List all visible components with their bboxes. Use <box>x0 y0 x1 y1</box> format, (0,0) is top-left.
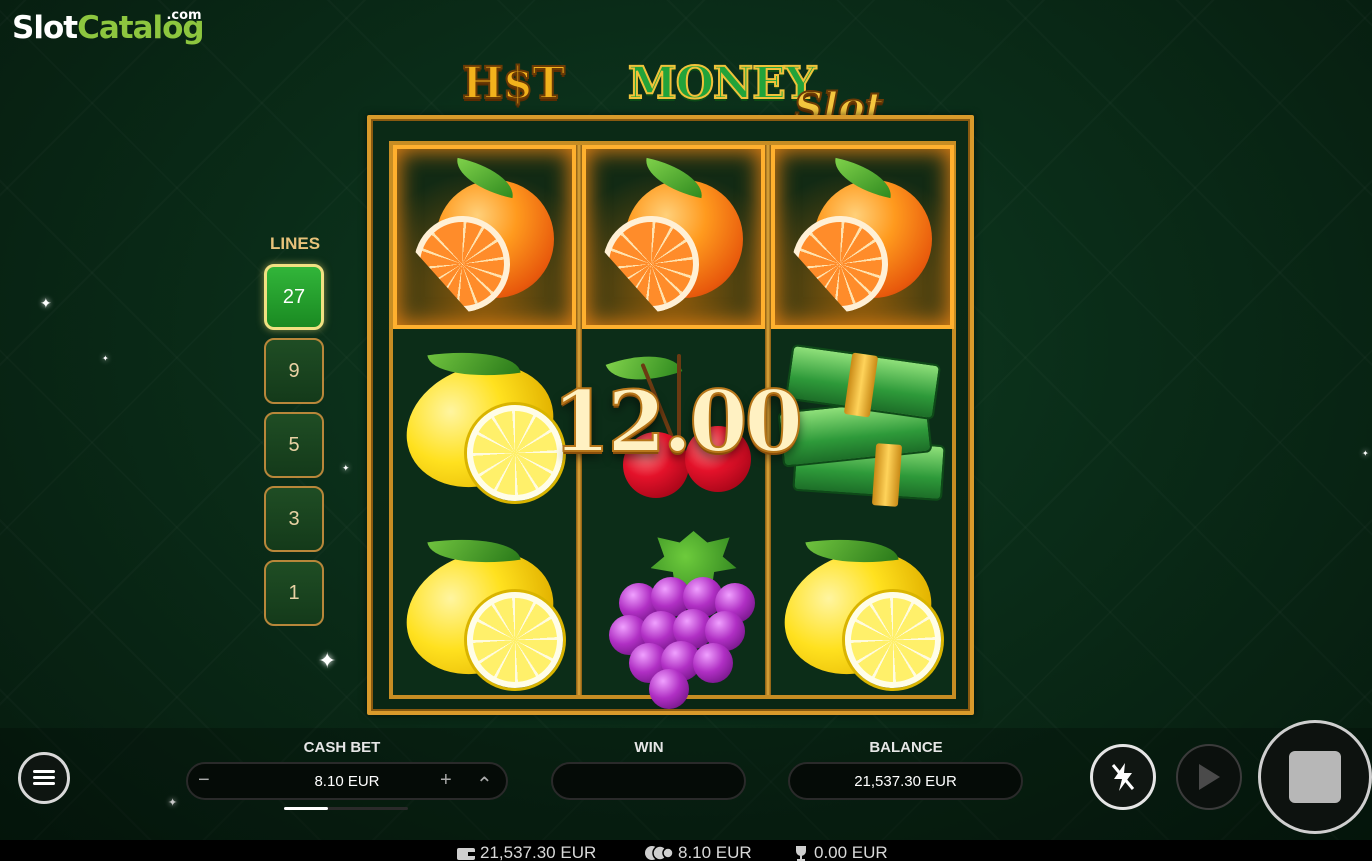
lines-option-27[interactable]: 27 <box>264 264 324 330</box>
chips-icon <box>645 845 674 861</box>
stop-square-icon <box>1289 751 1341 803</box>
status-balance-value: 21,537.30 EUR <box>480 843 597 861</box>
watermark-part1: Slot <box>12 10 78 46</box>
balance-field: 21,537.30 EUR <box>788 762 1023 800</box>
lines-option-5[interactable]: 5 <box>264 412 324 478</box>
autoplay-button[interactable] <box>1176 744 1242 810</box>
sparkle: ✦ <box>342 463 350 473</box>
spin-stop-button[interactable] <box>1258 720 1372 834</box>
sparkle: ✦ <box>40 295 52 311</box>
balance-value: 21,537.30 EUR <box>854 772 957 790</box>
win-label: WIN <box>634 739 664 756</box>
bet-level-indicator <box>284 807 328 810</box>
reel-cell-orange-symbol <box>582 145 765 329</box>
turbo-button[interactable] <box>1090 744 1156 810</box>
sparkle: ✦ <box>102 354 109 363</box>
status-balance: 21,537.30 EUR <box>456 843 596 861</box>
status-win: 0.00 EUR <box>792 843 888 861</box>
status-win-value: 0.00 EUR <box>814 843 888 861</box>
sparkle: ✦ <box>1362 449 1369 458</box>
reel-cell-orange-symbol <box>771 145 954 329</box>
lines-option-1[interactable]: 1 <box>264 560 324 626</box>
bet-decrease-button[interactable]: − <box>198 769 210 792</box>
logo-hot: H$T <box>461 57 566 110</box>
bet-increase-button[interactable]: + <box>440 769 452 792</box>
reel-cell-orange-symbol <box>393 145 576 329</box>
reel-cell-grapes-symbol <box>582 519 765 709</box>
watermark-part3: .com <box>166 8 202 23</box>
reel-cell-lemon-symbol <box>388 519 576 703</box>
cash-bet-field: 8.10 EUR <box>186 762 508 800</box>
logo-money: MONEY <box>627 57 817 110</box>
trophy-icon <box>796 846 806 861</box>
lines-option-9[interactable]: 9 <box>264 338 324 404</box>
bet-options-chevron-up-icon[interactable]: ⌃ <box>476 772 493 797</box>
lines-option-3[interactable]: 3 <box>264 486 324 552</box>
balance-label: BALANCE <box>869 739 943 756</box>
lines-title: LINES <box>269 234 321 253</box>
play-icon <box>1199 764 1220 790</box>
lightning-icon <box>1111 763 1135 791</box>
slotcatalog-watermark-logo: SlotCatalog .com <box>12 8 205 46</box>
wallet-icon <box>457 848 475 860</box>
status-bet: 8.10 EUR <box>644 843 752 861</box>
win-amount-overlay: 12.00 <box>551 371 804 472</box>
status-bet-value: 8.10 EUR <box>678 843 752 861</box>
cash-bet-value: 8.10 EUR <box>314 772 380 790</box>
menu-button[interactable] <box>18 752 70 804</box>
win-field <box>551 762 746 800</box>
sparkle: ✦ <box>318 648 337 673</box>
reel-cell-lemon-symbol <box>766 519 954 703</box>
hamburger-menu-icon <box>33 770 55 786</box>
cash-bet-label: CASH BET <box>303 739 381 756</box>
